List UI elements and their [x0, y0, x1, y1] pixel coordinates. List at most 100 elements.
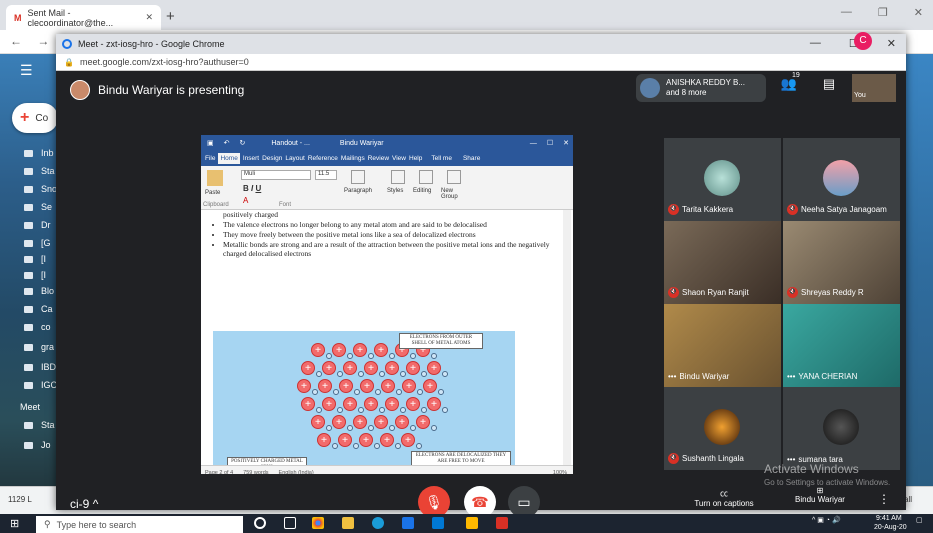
meeting-details-button[interactable]: ci-9 ^ — [70, 497, 98, 511]
editing-label[interactable]: Editing — [413, 188, 431, 194]
file-explorer-icon[interactable] — [342, 517, 354, 529]
participant-tile[interactable]: 🔇 Shaon Ryan Ranjit — [664, 221, 781, 304]
paragraph-icon[interactable] — [351, 170, 365, 184]
new-group-icon[interactable] — [447, 170, 461, 184]
styles-icon[interactable] — [391, 170, 405, 184]
outlook-icon[interactable] — [432, 517, 444, 529]
sidebar-item[interactable]: [I — [24, 254, 46, 264]
draft-icon — [24, 221, 33, 229]
participant-tile[interactable]: 🔇 Shreyas Reddy R — [783, 221, 900, 304]
electron — [396, 389, 402, 395]
people-button[interactable]: 👥 19 — [778, 72, 800, 98]
word-maximize-icon[interactable]: ☐ — [547, 139, 553, 147]
sticky-notes-icon[interactable] — [466, 517, 478, 529]
close-icon[interactable]: ✕ — [914, 6, 923, 19]
font-size-box[interactable]: 11.5 — [315, 170, 337, 180]
windows-start-icon[interactable]: ⊞ — [10, 517, 19, 530]
styles-label[interactable]: Styles — [387, 188, 403, 194]
close-icon[interactable]: ✕ — [887, 37, 896, 50]
gmail-tab[interactable]: M Sent Mail - clecoordinator@the... ✕ — [6, 5, 161, 30]
download-item[interactable]: 1129 L — [8, 495, 32, 504]
sidebar-item[interactable]: co — [24, 322, 51, 332]
diagram-label-top: ELECTRONS FROM OUTER SHELL OF METAL ATOM… — [399, 333, 483, 349]
participant-tile[interactable]: 🔇 Sushanth Lingala — [664, 387, 781, 470]
tab-design[interactable]: Design — [262, 155, 282, 162]
undo-icon[interactable]: ↶ — [224, 139, 230, 147]
maximize-icon[interactable]: ❐ — [878, 6, 888, 19]
sidebar-item[interactable]: Sta — [24, 420, 55, 430]
ie-icon[interactable] — [402, 517, 414, 529]
editing-icon[interactable] — [419, 170, 433, 184]
task-view-icon[interactable] — [284, 517, 296, 529]
electron — [421, 407, 427, 413]
participant-tile[interactable]: 🔇 Neeha Satya Janagoam — [783, 138, 900, 221]
tab-review[interactable]: Review — [368, 155, 389, 162]
tray-icons[interactable]: ^ ▣ ◔ 🔊 — [812, 517, 872, 525]
more-options-button[interactable]: ⋮ — [874, 492, 894, 506]
chat-button[interactable]: ▤ — [818, 76, 840, 98]
paragraph-label[interactable]: Paragraph — [344, 188, 372, 194]
share-button[interactable]: Share — [463, 155, 480, 162]
metal-ion: + — [301, 361, 315, 375]
minimize-icon[interactable]: — — [841, 6, 852, 19]
tab-home[interactable]: Home — [218, 153, 240, 164]
compose-button[interactable]: + Co — [12, 103, 58, 133]
participant-tile[interactable]: ••• Bindu Wariyar — [664, 304, 781, 387]
new-tab-button[interactable]: + — [166, 8, 175, 25]
sidebar-item[interactable]: Se — [24, 202, 52, 212]
tab-mailings[interactable]: Mailings — [341, 155, 365, 162]
new-group-label[interactable]: New Group — [441, 188, 471, 200]
sidebar-item[interactable]: Dr — [24, 220, 51, 230]
participants-pill[interactable]: ANISHKA REDDY B... and 8 more — [636, 74, 766, 102]
close-tab-icon[interactable]: ✕ — [145, 12, 153, 23]
clock-time[interactable]: 9:41 AM — [876, 515, 916, 523]
sidebar-item[interactable]: gra — [24, 342, 54, 352]
menu-icon[interactable]: ☰ — [20, 62, 33, 79]
sidebar-item[interactable]: Sta — [24, 166, 55, 176]
redo-icon[interactable]: ↻ — [240, 139, 246, 147]
captions-button[interactable]: ㏄ Turn on captions — [684, 488, 764, 508]
account-avatar[interactable]: C — [854, 32, 872, 50]
participant-tile[interactable]: ••• sumana tara — [783, 387, 900, 470]
font-color-button[interactable]: A — [243, 196, 248, 205]
tab-references[interactable]: Reference — [308, 155, 338, 162]
sidebar-item[interactable]: [I — [24, 270, 46, 280]
participant-tile[interactable]: 🔇 Tarita Kakkera — [664, 138, 781, 221]
taskbar-search-input[interactable]: ⚲ Type here to search — [36, 516, 243, 533]
paste-icon[interactable] — [207, 170, 223, 186]
tab-view[interactable]: View — [392, 155, 406, 162]
sidebar-item[interactable]: [G — [24, 238, 51, 248]
sidebar-item[interactable]: Blo — [24, 286, 54, 296]
sidebar-item[interactable]: Inb — [24, 148, 54, 158]
sidebar-item[interactable]: IGC — [24, 380, 57, 390]
bold-button[interactable]: B I U — [243, 184, 261, 193]
sidebar-item[interactable]: Ca — [24, 304, 53, 314]
font-name-box[interactable]: Muli — [241, 170, 311, 180]
word-scrollbar[interactable] — [563, 210, 571, 465]
presenting-button[interactable]: ⊞ Bindu Wariyar — [780, 486, 860, 504]
sidebar-item[interactable]: Jo — [24, 440, 51, 450]
tell-me-input[interactable]: Tell me — [431, 155, 452, 162]
tab-file[interactable]: File — [205, 155, 215, 162]
clock-date[interactable]: 20-Aug-20 — [874, 524, 916, 532]
participant-tile[interactable]: ••• YANA CHERIAN — [783, 304, 900, 387]
word-minimize-icon[interactable]: — — [530, 140, 537, 147]
sidebar-item[interactable]: IBD — [24, 362, 56, 372]
electron — [410, 353, 416, 359]
app-icon[interactable] — [496, 517, 508, 529]
meet-address-bar[interactable]: 🔒 meet.google.com/zxt-iosg-hro?authuser=… — [56, 54, 906, 71]
save-icon[interactable]: ▣ — [207, 139, 214, 147]
tab-insert[interactable]: Insert — [243, 155, 259, 162]
tab-help[interactable]: Help — [409, 155, 422, 162]
edge-icon[interactable] — [372, 517, 384, 529]
sidebar-item[interactable]: Sno — [24, 184, 57, 194]
electron — [400, 371, 406, 377]
word-close-icon[interactable]: ✕ — [563, 139, 569, 147]
notification-icon[interactable]: ▢ — [916, 517, 926, 525]
cortana-icon[interactable] — [254, 517, 266, 529]
metallic-bond-diagram: + + + + + + + + + + + + + + + + + + + + + + + + + + + + + + + + + + + + + + E… — [213, 331, 515, 473]
chrome-icon[interactable] — [312, 517, 324, 529]
tab-layout[interactable]: Layout — [285, 155, 305, 162]
minimize-icon[interactable]: — — [810, 37, 821, 50]
back-forward-icon[interactable]: ← → — [10, 34, 55, 48]
